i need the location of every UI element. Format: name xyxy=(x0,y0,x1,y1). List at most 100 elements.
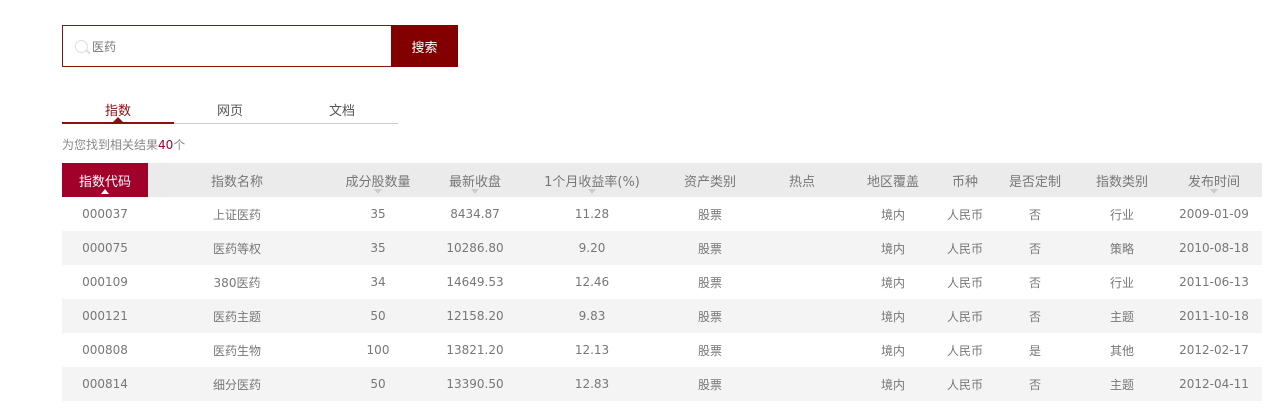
table-cell: 股票 xyxy=(697,207,722,222)
table-cell xyxy=(756,367,848,401)
table-cell: 股票 xyxy=(697,275,722,290)
table-cell: 股票 xyxy=(664,299,756,333)
index-table: 指数代码 指数名称 成分股数量 最新收盘 1个月收益率(%) 资产类别 热点 地区覆盖 币种 是否… xyxy=(62,163,1262,401)
table-cell: 人民币 xyxy=(946,275,983,290)
column-header[interactable]: 最新收盘 xyxy=(430,163,520,197)
table-cell xyxy=(756,299,848,333)
table-row[interactable]: 000121 医药主题 50 12158.20 9.83 股票 境内 人民币否主题 2011-1… xyxy=(62,299,1262,333)
table-cell: 人民币 xyxy=(946,343,983,358)
search-icon xyxy=(75,39,88,53)
table-cell: 380医药 xyxy=(213,275,261,290)
table-cell: 12.83 xyxy=(520,367,664,401)
table-cell: 股票 xyxy=(664,231,756,265)
tab-document[interactable]: 文档 xyxy=(286,100,398,123)
table-cell: 上证医药 xyxy=(212,207,261,222)
table-cell: 000037 xyxy=(82,207,128,221)
table-cell: 50 xyxy=(326,299,430,333)
column-header-label: 是否定制 xyxy=(1008,175,1061,190)
table-cell: 医药主题 xyxy=(148,299,326,333)
column-header-label: 1个月收益率(%) xyxy=(544,175,640,190)
column-header-label: 发布时间 xyxy=(1187,175,1240,190)
table-cell: 13821.20 xyxy=(446,343,504,357)
table-cell: 主题 xyxy=(1078,367,1166,401)
column-header[interactable]: 发布时间 xyxy=(1166,163,1262,197)
search-input[interactable] xyxy=(92,39,372,53)
sort-down-icon[interactable] xyxy=(471,189,479,194)
table-cell: 13390.50 xyxy=(430,367,520,401)
column-header-label: 指数代码 xyxy=(78,175,131,190)
table-cell: 细分医药 xyxy=(148,367,326,401)
sort-down-icon[interactable] xyxy=(588,189,596,194)
table-cell: 2011-06-13 xyxy=(1179,275,1249,289)
tab-index[interactable]: 指数 xyxy=(62,100,174,124)
column-header-label: 最新收盘 xyxy=(448,175,501,190)
column-header: 币种 xyxy=(938,163,992,197)
column-header[interactable]: 1个月收益率(%) xyxy=(520,163,664,197)
table-cell: 行业 xyxy=(1109,207,1134,222)
table-cell: 12158.20 xyxy=(430,299,520,333)
table-row[interactable]: 000037 上证医药 35 8434.87 11.28 股票 境内 人民币 否 行业 2009-0… xyxy=(62,197,1262,231)
search-bar: 搜索 xyxy=(62,25,458,67)
table-cell: 股票 xyxy=(664,367,756,401)
table-cell: 11.28 xyxy=(574,207,610,221)
table-cell: 000814 xyxy=(62,367,148,401)
table-row[interactable]: 000109 380医药 34 14649.53 12.46 股票 境内 人民币 否 行业 2011… xyxy=(62,265,1262,299)
table-cell: 9.83 xyxy=(520,299,664,333)
table-cell: 35 xyxy=(326,231,430,265)
column-header: 指数类别 xyxy=(1078,163,1166,197)
table-cell: 50 xyxy=(326,367,430,401)
table-cell: 000109 xyxy=(82,275,128,289)
table-cell: 100 xyxy=(366,343,390,357)
table-cell xyxy=(756,231,848,265)
table-row[interactable]: 000814 细分医药 50 13390.50 12.83 股票 境内 人民币否主题 2012-… xyxy=(62,367,1262,401)
table-cell: 境内 xyxy=(848,231,938,265)
table-cell: 2011-10-18 xyxy=(1166,299,1262,333)
sort-down-icon[interactable] xyxy=(374,189,382,194)
result-tabs: 指数 网页 文档 xyxy=(62,100,398,124)
result-suffix: 个 xyxy=(173,138,186,152)
table-cell: 行业 xyxy=(1109,275,1134,290)
table-cell: 2012-02-17 xyxy=(1179,343,1249,357)
sort-up-icon[interactable] xyxy=(101,189,109,194)
table-cell: 境内 xyxy=(848,299,938,333)
table-cell: 人民币 xyxy=(946,207,983,222)
sort-down-icon[interactable] xyxy=(1210,189,1218,194)
table-cell: 人民币 xyxy=(938,231,992,265)
table-cell: 8434.87 xyxy=(450,207,500,221)
column-header[interactable]: 成分股数量 xyxy=(326,163,430,197)
search-box[interactable] xyxy=(62,25,391,67)
table-cell: 2010-08-18 xyxy=(1166,231,1262,265)
column-header: 是否定制 xyxy=(992,163,1078,197)
table-cell: 主题 xyxy=(1078,299,1166,333)
table-cell: 否 xyxy=(992,299,1078,333)
column-header[interactable]: 指数代码 xyxy=(62,163,148,197)
column-header: 热点 xyxy=(756,163,848,197)
tab-webpage[interactable]: 网页 xyxy=(174,100,286,123)
column-header-label: 指数类别 xyxy=(1095,175,1148,190)
table-cell xyxy=(756,197,848,231)
column-header: 指数名称 xyxy=(148,163,326,197)
table-cell: 10286.80 xyxy=(430,231,520,265)
table-cell: 境内 xyxy=(880,275,905,290)
search-button[interactable]: 搜索 xyxy=(391,25,458,67)
table-row[interactable]: 000808 医药生物 100 13821.20 12.13 股票 境内 人民币 是 其他 2012… xyxy=(62,333,1262,367)
column-header-label: 地区覆盖 xyxy=(866,175,919,190)
column-header: 资产类别 xyxy=(664,163,756,197)
column-header-label: 成分股数量 xyxy=(345,175,411,190)
table-cell: 12.13 xyxy=(574,343,610,357)
table-cell: 否 xyxy=(1028,207,1041,222)
table-cell: 人民币 xyxy=(938,299,992,333)
table-cell: 股票 xyxy=(697,343,722,358)
table-cell: 其他 xyxy=(1109,343,1134,358)
column-header-label: 指数名称 xyxy=(210,175,263,190)
table-row[interactable]: 000075 医药等权 35 10286.80 9.20 股票 境内 人民币否策略 2010-0… xyxy=(62,231,1262,265)
table-cell: 35 xyxy=(370,207,386,221)
table-cell: 14649.53 xyxy=(446,275,504,289)
column-header-label: 币种 xyxy=(951,175,978,190)
table-cell: 2009-01-09 xyxy=(1179,207,1249,221)
table-cell: 34 xyxy=(370,275,386,289)
table-cell: 否 xyxy=(1028,275,1041,290)
table-cell: 000808 xyxy=(82,343,128,357)
table-cell: 境内 xyxy=(848,367,938,401)
table-cell: 是 xyxy=(1028,343,1041,358)
